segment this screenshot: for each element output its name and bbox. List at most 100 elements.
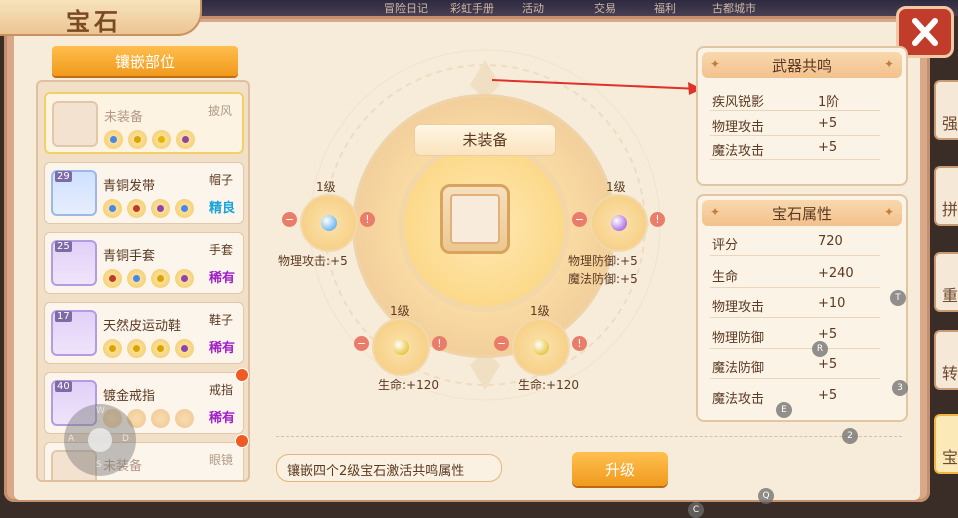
remove-gem-button[interactable]: − <box>494 336 509 351</box>
remove-gem-button[interactable]: − <box>282 212 297 227</box>
gem-dot <box>151 269 170 288</box>
rarity-label: 稀有 <box>208 341 235 356</box>
equipment-title-plate: 未装备 <box>414 124 556 156</box>
remove-gem-button[interactable]: − <box>354 336 369 351</box>
topnav-item[interactable]: 古都城市 <box>712 0 756 16</box>
gem-dot <box>176 130 195 149</box>
attr-label: 生命 <box>712 270 739 285</box>
gem-icon <box>611 215 627 231</box>
side-tab-transfer[interactable]: 转 <box>934 330 958 390</box>
key-hint: R <box>812 341 828 357</box>
gem-level-label: 1级 <box>316 180 336 194</box>
gem-icon <box>133 205 140 212</box>
slot-gloves[interactable]: 25 青铜手套 手套 稀有 <box>44 232 244 294</box>
joystick-knob[interactable] <box>88 428 112 452</box>
topnav-item[interactable]: 冒险日记 <box>384 0 428 16</box>
slot-hat[interactable]: 29 青铜发带 帽子 精良 <box>44 162 244 224</box>
gem-dot <box>175 409 194 428</box>
side-tab-gem[interactable]: 宝 <box>934 414 958 474</box>
resonance-value: 1阶 <box>818 95 840 110</box>
gem-dot <box>103 339 122 358</box>
gem-level-label: 1级 <box>606 180 626 194</box>
gem-icon <box>321 215 337 231</box>
gem-icon <box>109 345 116 352</box>
slot-part: 眼镜 <box>208 453 233 467</box>
page-title: 宝石 <box>66 7 122 36</box>
side-tab-combine[interactable]: 拼 <box>934 166 958 226</box>
rarity-label: 稀有 <box>208 271 235 286</box>
resonance-hint: 镶嵌四个2级宝石激活共鸣属性 <box>276 454 502 482</box>
joystick-key-left: A <box>68 434 75 444</box>
gem-stat: 魔法防御:+5 <box>568 272 638 286</box>
gem-icon <box>393 339 409 355</box>
slot-part: 手套 <box>208 243 233 257</box>
key-hint: 3 <box>892 380 908 396</box>
shoes-icon: 17 <box>51 310 97 356</box>
topnav-item[interactable]: 交易 <box>594 0 616 16</box>
remove-gem-button[interactable]: − <box>572 212 587 227</box>
divider <box>710 348 880 349</box>
gem-icon <box>109 205 116 212</box>
resonance-header: 武器共鸣 ✦ ✦ <box>702 52 902 78</box>
attr-label: 评分 <box>712 238 739 253</box>
gem-socket-2[interactable] <box>590 194 648 252</box>
gem-stat: 生命:+120 <box>378 378 440 392</box>
slot-part: 披风 <box>207 104 232 118</box>
divider <box>710 378 880 379</box>
attr-value: +5 <box>818 388 838 403</box>
gem-dots <box>103 339 199 358</box>
key-hint: C <box>688 502 704 518</box>
topnav-item[interactable]: 活动 <box>522 0 544 16</box>
gem-info-button[interactable]: ! <box>432 336 447 351</box>
annotation-arrow <box>491 79 702 95</box>
topnav-item[interactable]: 彩虹手册 <box>450 0 494 16</box>
key-hint: 2 <box>842 428 858 444</box>
upgrade-button[interactable]: 升级 <box>572 452 668 486</box>
side-tab-strengthen[interactable]: 强 <box>934 80 958 140</box>
attr-label: 魔法攻击 <box>712 392 765 407</box>
slot-part: 帽子 <box>208 173 233 187</box>
rarity-label: 精良 <box>208 201 235 216</box>
gem-icon <box>157 275 164 282</box>
gem-dot <box>103 199 122 218</box>
notification-dot <box>235 368 249 382</box>
divider <box>276 436 902 438</box>
attr-value: +10 <box>818 296 846 311</box>
gem-info-button[interactable]: ! <box>650 212 665 227</box>
gem-icon <box>133 345 140 352</box>
topnav-item[interactable]: 福利 <box>654 0 676 16</box>
slot-cloak[interactable]: 未装备 披风 <box>44 92 244 154</box>
empty-slot-icon <box>450 194 500 244</box>
gem-level-label: 1级 <box>390 304 410 318</box>
resonance-label: 物理攻击 <box>712 120 765 135</box>
gem-dot <box>175 339 194 358</box>
gem-dot <box>151 339 170 358</box>
divider <box>710 317 880 318</box>
slot-shoes[interactable]: 17 天然皮运动鞋 鞋子 稀有 <box>44 302 244 364</box>
gem-dot <box>103 269 122 288</box>
resonance-value: +5 <box>818 116 838 131</box>
gem-socket-4[interactable] <box>512 318 570 376</box>
gem-socket-3[interactable] <box>372 318 430 376</box>
gem-icon <box>109 275 116 282</box>
notification-dot <box>235 434 249 448</box>
joystick-key-up: W <box>96 406 105 416</box>
equipment-center-slot[interactable] <box>440 184 510 254</box>
divider <box>710 287 880 288</box>
gem-attributes-header: 宝石属性 ✦ ✦ <box>702 200 902 226</box>
side-tab-reforge[interactable]: 重 <box>934 252 958 312</box>
gem-icon <box>110 136 117 143</box>
gem-icon <box>133 275 140 282</box>
slot-item-name: 镀金戒指 <box>103 389 156 404</box>
divider <box>710 255 880 256</box>
gem-socket-1[interactable] <box>300 194 358 252</box>
attr-label: 魔法防御 <box>712 361 765 376</box>
gem-info-button[interactable]: ! <box>360 212 375 227</box>
gem-info-button[interactable]: ! <box>572 336 587 351</box>
gem-icon <box>134 136 141 143</box>
gem-dot <box>127 199 146 218</box>
gem-stat: 物理攻击:+5 <box>278 254 348 268</box>
gem-stat: 生命:+120 <box>518 378 580 392</box>
gem-level-label: 1级 <box>530 304 550 318</box>
gem-icon <box>181 345 188 352</box>
